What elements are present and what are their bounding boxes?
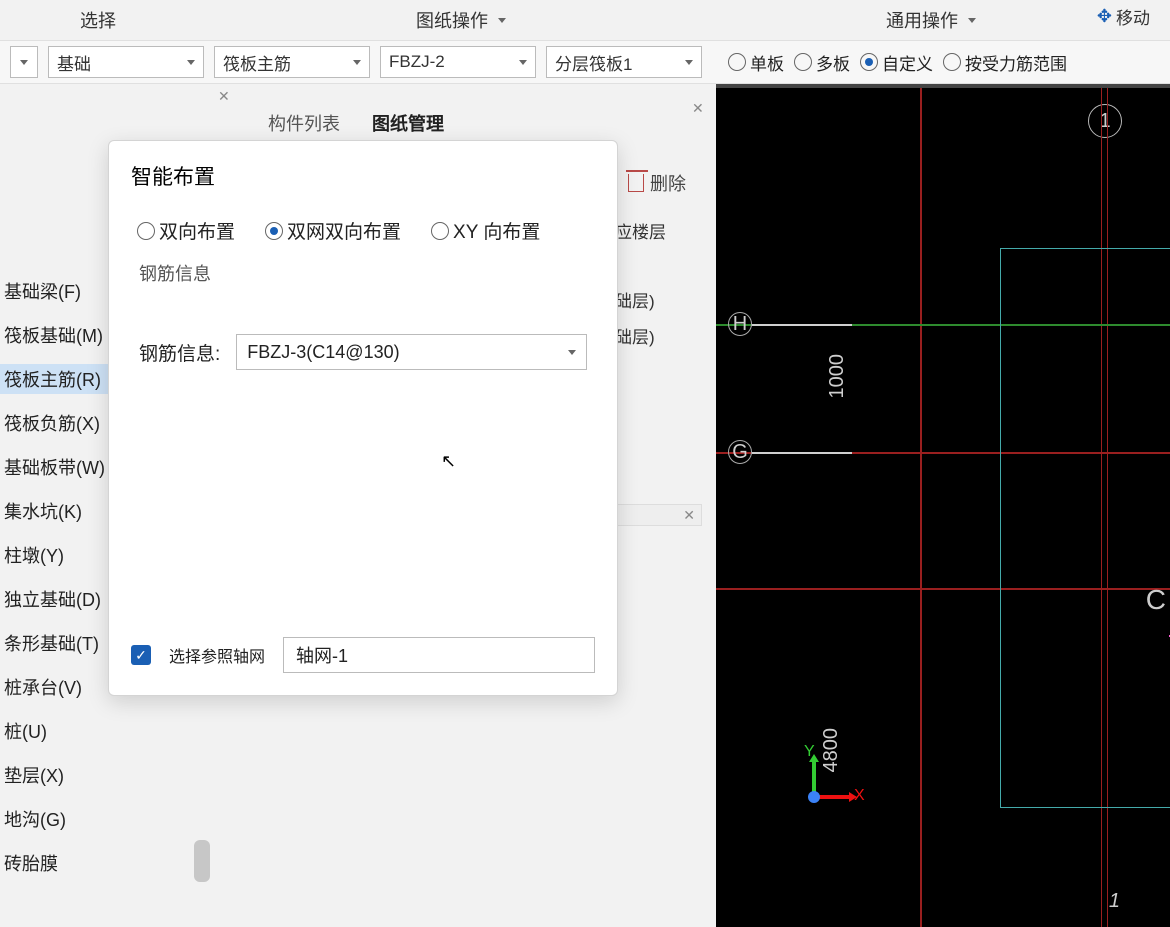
dropdown-category[interactable]: 基础 (48, 46, 204, 78)
rebar-info-combo[interactable]: FBZJ-3(C14@130) (236, 334, 587, 370)
delete-button[interactable]: 删除 (628, 170, 686, 196)
cat-brick-mold[interactable]: 砖胎膜 (0, 848, 110, 878)
axis-circle-1-top: 1 (1088, 104, 1122, 138)
cat-foundation-strip[interactable]: 基础板带(W) (0, 452, 110, 482)
radio-multi[interactable]: 多板 (794, 50, 850, 75)
radio-xy-direction[interactable]: XY 向布置 (431, 217, 540, 244)
menu-select[interactable]: 选择 (80, 7, 116, 33)
dropdown-empty[interactable] (10, 46, 38, 78)
dropdown-category-value: 基础 (57, 50, 91, 75)
smart-layout-dialog: 智能布置 双向布置 双网双向布置 XY 向布置 钢筋信息 钢筋信息: FBZJ-… (108, 140, 618, 696)
cat-pile[interactable]: 桩(U) (0, 716, 110, 746)
dimension-1000: 1000 (826, 354, 849, 399)
menu-general-ops[interactable]: 通用操作 (886, 7, 976, 33)
radio-custom[interactable]: 自定义 (860, 50, 933, 75)
radio-by-force[interactable]: 按受力筋范围 (943, 50, 1067, 75)
cat-trench[interactable]: 地沟(G) (0, 804, 110, 834)
dropdown-code-value: FBZJ-2 (389, 52, 445, 72)
drawing-canvas[interactable]: 1 H G 1000 4800 C X Y 1 (716, 88, 1170, 927)
axis-tick (752, 324, 852, 326)
scrollbar-thumb[interactable] (194, 840, 210, 882)
cursor-icon: ↖ (441, 451, 456, 472)
dropdown-rebar-type[interactable]: 筏板主筋 (214, 46, 370, 78)
cat-foundation-beam[interactable]: 基础梁(F) (0, 276, 110, 306)
axis-label-g: G (728, 440, 752, 464)
axis-x-label: X (854, 787, 865, 805)
cat-raft-main-rebar[interactable]: 筏板主筋(R) (0, 364, 110, 394)
checkbox-reference-axis[interactable]: ✓ (131, 645, 151, 665)
dialog-title: 智能布置 (109, 141, 617, 199)
menu-drawing-ops[interactable]: 图纸操作 (416, 7, 506, 33)
dropdown-code[interactable]: FBZJ-2 (380, 46, 536, 78)
cat-pile-cap[interactable]: 桩承台(V) (0, 672, 110, 702)
checkbox-label: 选择参照轴网 (169, 643, 265, 667)
outline-box (1000, 248, 1170, 808)
rebar-info-label: 钢筋信息: (139, 339, 220, 366)
axis-combo-value: 轴网-1 (296, 642, 348, 668)
cat-isolated-footing[interactable]: 独立基础(D) (0, 584, 110, 614)
axis-combo[interactable]: 轴网-1 (283, 637, 595, 673)
close-tab-icon[interactable]: ✕ (218, 88, 232, 102)
radio-double-net[interactable]: 双网双向布置 (265, 217, 401, 244)
cat-cushion[interactable]: 垫层(X) (0, 760, 110, 790)
axis-y-label: Y (804, 743, 815, 761)
rebar-info-value: FBZJ-3(C14@130) (247, 342, 399, 363)
cat-pier[interactable]: 柱墩(Y) (0, 540, 110, 570)
category-list: 基础梁(F) 筏板基础(M) 筏板主筋(R) 筏板负筋(X) 基础板带(W) 集… (0, 276, 110, 878)
axis-label-c: C (1146, 584, 1166, 616)
cat-strip-footing[interactable]: 条形基础(T) (0, 628, 110, 658)
ucs-axes-widget[interactable]: X Y (790, 747, 860, 817)
axis-tick (752, 452, 852, 454)
axis-label-h: H (728, 312, 752, 336)
dropdown-layer[interactable]: 分层筏板1 (546, 46, 702, 78)
group-rebar-info: 钢筋信息 (139, 260, 617, 286)
gridline-v (920, 88, 922, 927)
trash-icon (628, 174, 644, 192)
cat-sump[interactable]: 集水坑(K) (0, 496, 110, 526)
move-button[interactable]: 移动 (1097, 4, 1150, 29)
radio-single[interactable]: 单板 (728, 50, 784, 75)
dropdown-layer-value: 分层筏板1 (555, 50, 632, 75)
statusbar-close-icon[interactable]: ✕ (683, 507, 695, 524)
chevron-down-icon (568, 350, 576, 355)
axis-circle-1-bottom: 1 (1109, 890, 1120, 913)
close-tab-icon-2[interactable]: ✕ (692, 100, 706, 114)
dropdown-rebar-value: 筏板主筋 (223, 50, 291, 75)
cat-raft-foundation[interactable]: 筏板基础(M) (0, 320, 110, 350)
radio-two-direction[interactable]: 双向布置 (137, 217, 235, 244)
cat-raft-neg-rebar[interactable]: 筏板负筋(X) (0, 408, 110, 438)
